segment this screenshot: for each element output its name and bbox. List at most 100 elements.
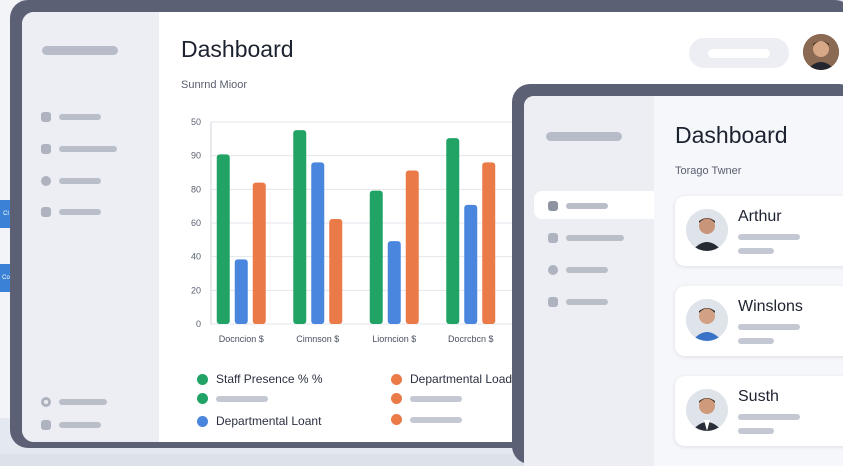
user-card[interactable]: Susth bbox=[675, 376, 843, 446]
chart-legend: Staff Presence % % Departmental Load Dep… bbox=[179, 366, 519, 436]
sidebar-item-label-placeholder bbox=[566, 203, 608, 209]
chart-bar bbox=[369, 190, 383, 324]
chart-bar bbox=[252, 182, 266, 324]
search-input[interactable] bbox=[689, 38, 789, 68]
x-tick-label: Liorncion $ bbox=[372, 334, 416, 344]
chart-bar bbox=[387, 241, 401, 324]
user-avatar bbox=[686, 299, 728, 341]
sidebar-logo-placeholder bbox=[42, 46, 118, 55]
chart-bar bbox=[405, 170, 419, 324]
legend-dot bbox=[197, 393, 208, 404]
settings-label-placeholder bbox=[59, 399, 107, 405]
sidebar bbox=[22, 12, 159, 442]
x-tick-label: Docncion $ bbox=[219, 334, 264, 344]
sidebar-item-label-placeholder bbox=[59, 209, 101, 215]
legend-item: Staff Presence % % bbox=[197, 372, 323, 386]
file-icon bbox=[548, 233, 558, 243]
legend-label: Departmental Load bbox=[410, 372, 513, 386]
sidebar-item[interactable] bbox=[548, 264, 608, 276]
chart-bar bbox=[311, 162, 325, 324]
legend-item bbox=[197, 393, 268, 404]
chart-bar bbox=[446, 138, 460, 324]
file-icon bbox=[548, 297, 558, 307]
person-icon bbox=[686, 209, 728, 251]
sidebar-item[interactable] bbox=[41, 143, 117, 155]
x-tick-label: Cimnson $ bbox=[296, 334, 339, 344]
y-tick-label: 50 bbox=[191, 117, 201, 127]
legend-item bbox=[391, 414, 462, 425]
x-tick-label: Docrcbcn $ bbox=[448, 334, 494, 344]
legend-label-placeholder bbox=[216, 395, 268, 402]
circle-icon bbox=[41, 176, 51, 186]
sidebar-item[interactable] bbox=[41, 111, 101, 123]
legend-item bbox=[391, 393, 462, 404]
user-name: Winslons bbox=[738, 298, 803, 315]
sidebar-item-label-placeholder bbox=[566, 267, 608, 273]
person-icon bbox=[803, 34, 839, 70]
sidebar-item-label-placeholder bbox=[566, 299, 608, 305]
legend-dot bbox=[197, 373, 208, 385]
front-window-content: Dashboard Torago Twner Arthur Winslons S… bbox=[524, 96, 843, 466]
sidebar bbox=[524, 96, 660, 466]
user-card[interactable]: Arthur bbox=[675, 196, 843, 266]
y-tick-label: 90 bbox=[191, 151, 201, 161]
document-icon bbox=[41, 112, 51, 122]
user-detail-placeholder bbox=[738, 428, 774, 434]
chart-bar bbox=[216, 154, 230, 324]
bar-chart: 0 20 40 60 80 90 50 Docncion $ Cimnson $ Liorncio… bbox=[191, 117, 517, 344]
legend-item: Departmental Loant bbox=[197, 414, 321, 428]
y-tick-label: 80 bbox=[191, 184, 201, 194]
sidebar-item[interactable] bbox=[548, 296, 608, 308]
user-avatar[interactable] bbox=[803, 34, 839, 70]
user-card[interactable]: Winslons bbox=[675, 286, 843, 356]
user-avatar bbox=[686, 209, 728, 251]
user-detail-placeholder bbox=[738, 338, 774, 344]
legend-label: Staff Presence % % bbox=[216, 372, 323, 386]
chart-bar bbox=[293, 130, 307, 324]
user-detail-placeholder bbox=[738, 414, 800, 420]
user-detail-placeholder bbox=[738, 324, 800, 330]
sidebar-item-active[interactable] bbox=[548, 200, 608, 212]
gear-icon bbox=[41, 397, 51, 407]
y-tick-label: 20 bbox=[191, 285, 201, 295]
legend-item: Departmental Load bbox=[391, 372, 512, 386]
person-icon bbox=[686, 389, 728, 431]
search-input-field bbox=[708, 48, 770, 58]
sidebar-item[interactable] bbox=[41, 206, 101, 218]
page-subtitle: Sunrnd Mioor bbox=[181, 79, 248, 91]
sidebar-item-label-placeholder bbox=[59, 178, 101, 184]
page-title: Dashboard bbox=[181, 36, 294, 62]
file-icon bbox=[41, 207, 51, 217]
page-subtitle: Torago Twner bbox=[675, 165, 742, 177]
sidebar-item-label-placeholder bbox=[566, 235, 624, 241]
chart-bar bbox=[464, 204, 478, 324]
chart-bar bbox=[234, 259, 248, 324]
document-icon bbox=[548, 201, 558, 211]
user-detail-placeholder bbox=[738, 248, 774, 254]
user-name: Arthur bbox=[738, 208, 782, 225]
legend-dot bbox=[391, 414, 402, 425]
settings-item[interactable] bbox=[41, 396, 107, 408]
logout-label-placeholder bbox=[59, 422, 101, 428]
sidebar-item[interactable] bbox=[41, 175, 101, 187]
user-name: Susth bbox=[738, 388, 779, 405]
y-tick-label: 60 bbox=[191, 218, 201, 228]
legend-dot bbox=[197, 415, 208, 427]
logout-icon bbox=[41, 420, 51, 430]
front-dashboard-window: Dashboard Torago Twner Arthur Winslons S… bbox=[512, 84, 843, 466]
inbox-icon bbox=[41, 144, 51, 154]
sidebar-item-label-placeholder bbox=[59, 146, 117, 152]
page-title: Dashboard bbox=[675, 122, 788, 148]
legend-label-placeholder bbox=[410, 395, 462, 402]
y-tick-label: 0 bbox=[196, 319, 201, 329]
logout-item[interactable] bbox=[41, 419, 101, 431]
sidebar-logo-placeholder bbox=[546, 132, 622, 141]
legend-label: Departmental Loant bbox=[216, 414, 322, 428]
sidebar-item[interactable] bbox=[548, 232, 624, 244]
legend-dot bbox=[391, 393, 402, 404]
user-detail-placeholder bbox=[738, 234, 800, 240]
person-icon bbox=[686, 299, 728, 341]
legend-label-placeholder bbox=[410, 416, 462, 423]
circle-icon bbox=[548, 265, 558, 275]
sidebar-item-label-placeholder bbox=[59, 114, 101, 120]
